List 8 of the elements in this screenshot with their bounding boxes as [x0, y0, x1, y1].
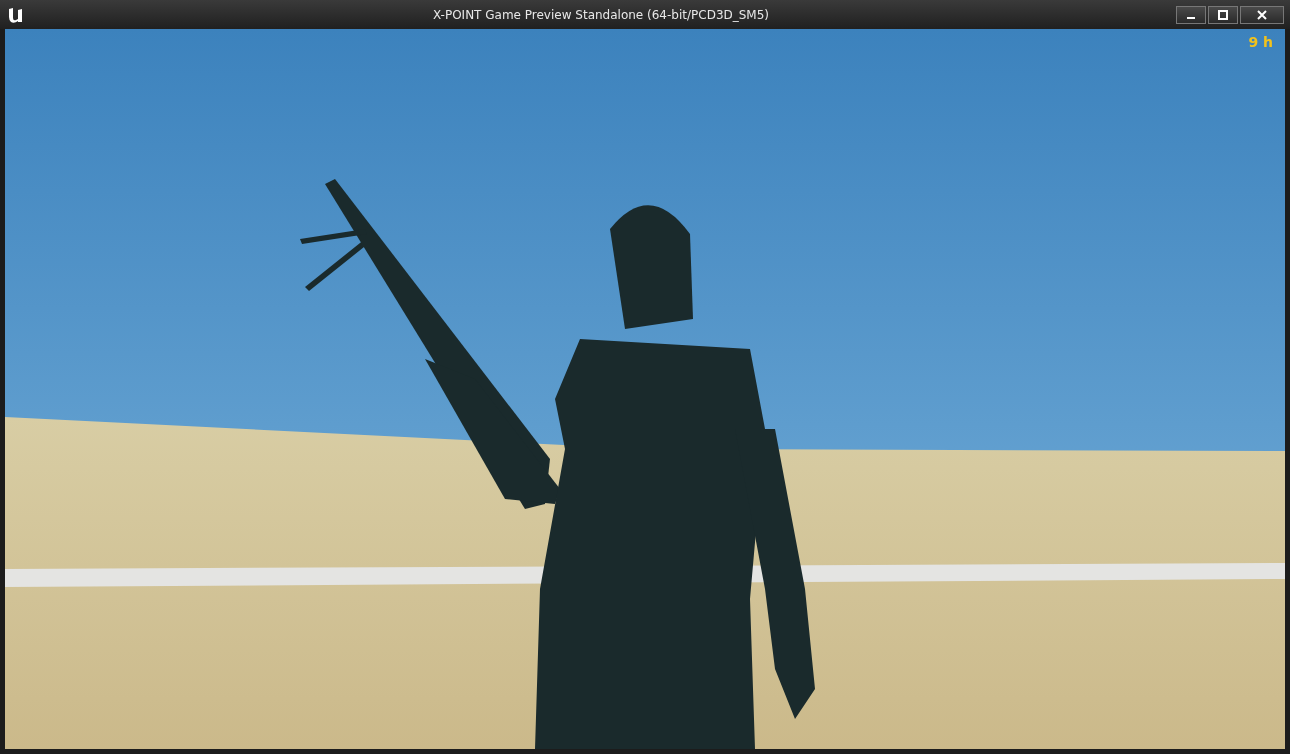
close-icon [1256, 9, 1268, 20]
maximize-button[interactable] [1208, 5, 1238, 24]
minimize-button[interactable] [1176, 5, 1206, 24]
window-title: X-POINT Game Preview Standalone (64-bit/PCD3D_SM5) [431, 7, 771, 22]
hud-time-text: 9 h [1248, 34, 1273, 50]
minimize-icon [1187, 16, 1195, 19]
close-button[interactable] [1240, 5, 1284, 24]
maximize-icon [1217, 9, 1229, 20]
